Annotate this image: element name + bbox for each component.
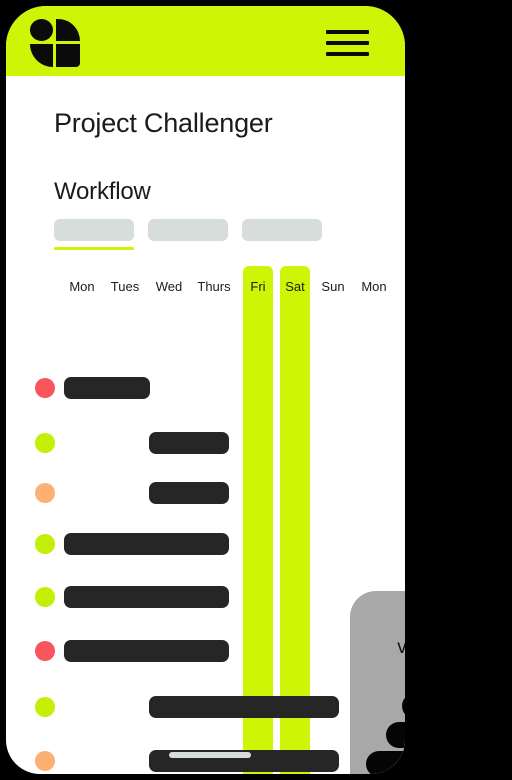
tab-1[interactable] bbox=[54, 219, 134, 250]
visibility-bar-3[interactable] bbox=[366, 751, 405, 774]
total-visibility-title-line-1: Total bbox=[350, 613, 405, 636]
main-content: Project Challenger Workflow Mon Tues Wed Th… bbox=[6, 76, 405, 774]
task-status-dot-5[interactable] bbox=[35, 587, 55, 607]
task-status-dot-8[interactable] bbox=[35, 751, 55, 771]
task-status-dot-2[interactable] bbox=[35, 433, 55, 453]
task-status-dot-4[interactable] bbox=[35, 534, 55, 554]
task-status-dot-1[interactable] bbox=[35, 378, 55, 398]
task-bar-1[interactable] bbox=[64, 377, 150, 399]
total-visibility-title-line-2: visibility bbox=[397, 637, 405, 658]
task-status-dot-3[interactable] bbox=[35, 483, 55, 503]
tab-3[interactable] bbox=[242, 219, 322, 241]
day-label-7[interactable]: Mon bbox=[334, 279, 405, 294]
task-bar-7[interactable] bbox=[149, 696, 339, 718]
tab-1-active-underline bbox=[54, 247, 134, 250]
task-bar-6[interactable] bbox=[64, 640, 229, 662]
task-bar-4[interactable] bbox=[64, 533, 229, 555]
tab-2-pill bbox=[148, 219, 228, 241]
home-indicator bbox=[169, 752, 251, 758]
visibility-bar-1[interactable] bbox=[402, 693, 405, 719]
app-header-bar bbox=[6, 6, 405, 76]
workflow-timeline: Mon Tues Wed Thurs Fri Sat Sun Mon bbox=[6, 266, 405, 774]
hamburger-line-3 bbox=[326, 52, 369, 56]
phone-frame: Project Challenger Workflow Mon Tues Wed Th… bbox=[6, 6, 405, 774]
hamburger-line-1 bbox=[326, 30, 369, 34]
hamburger-menu-icon[interactable] bbox=[326, 30, 369, 56]
tab-1-pill bbox=[54, 219, 134, 241]
screen-root: Project Challenger Workflow Mon Tues Wed Th… bbox=[0, 0, 512, 780]
app-logo-icon[interactable] bbox=[30, 19, 80, 67]
logo-shape-bottom-left bbox=[30, 44, 53, 67]
page-title: Project Challenger bbox=[54, 108, 273, 138]
logo-shape-top-right bbox=[56, 19, 80, 41]
task-bar-2[interactable] bbox=[149, 432, 229, 454]
tab-2[interactable] bbox=[148, 219, 228, 241]
visibility-bar-2[interactable] bbox=[386, 722, 405, 748]
hamburger-line-2 bbox=[326, 41, 369, 45]
task-bar-5[interactable] bbox=[64, 586, 229, 608]
total-visibility-title: Total visibility bbox=[350, 613, 405, 659]
logo-shape-bottom-right bbox=[56, 44, 80, 67]
logo-shape-top-left bbox=[30, 19, 53, 41]
total-visibility-card[interactable]: Total visibility 1234 bbox=[350, 591, 405, 774]
tab-3-pill bbox=[242, 219, 322, 241]
task-status-dot-6[interactable] bbox=[35, 641, 55, 661]
section-title: Workflow bbox=[54, 178, 151, 205]
task-bar-3[interactable] bbox=[149, 482, 229, 504]
task-status-dot-7[interactable] bbox=[35, 697, 55, 717]
tab-bar bbox=[54, 219, 344, 255]
